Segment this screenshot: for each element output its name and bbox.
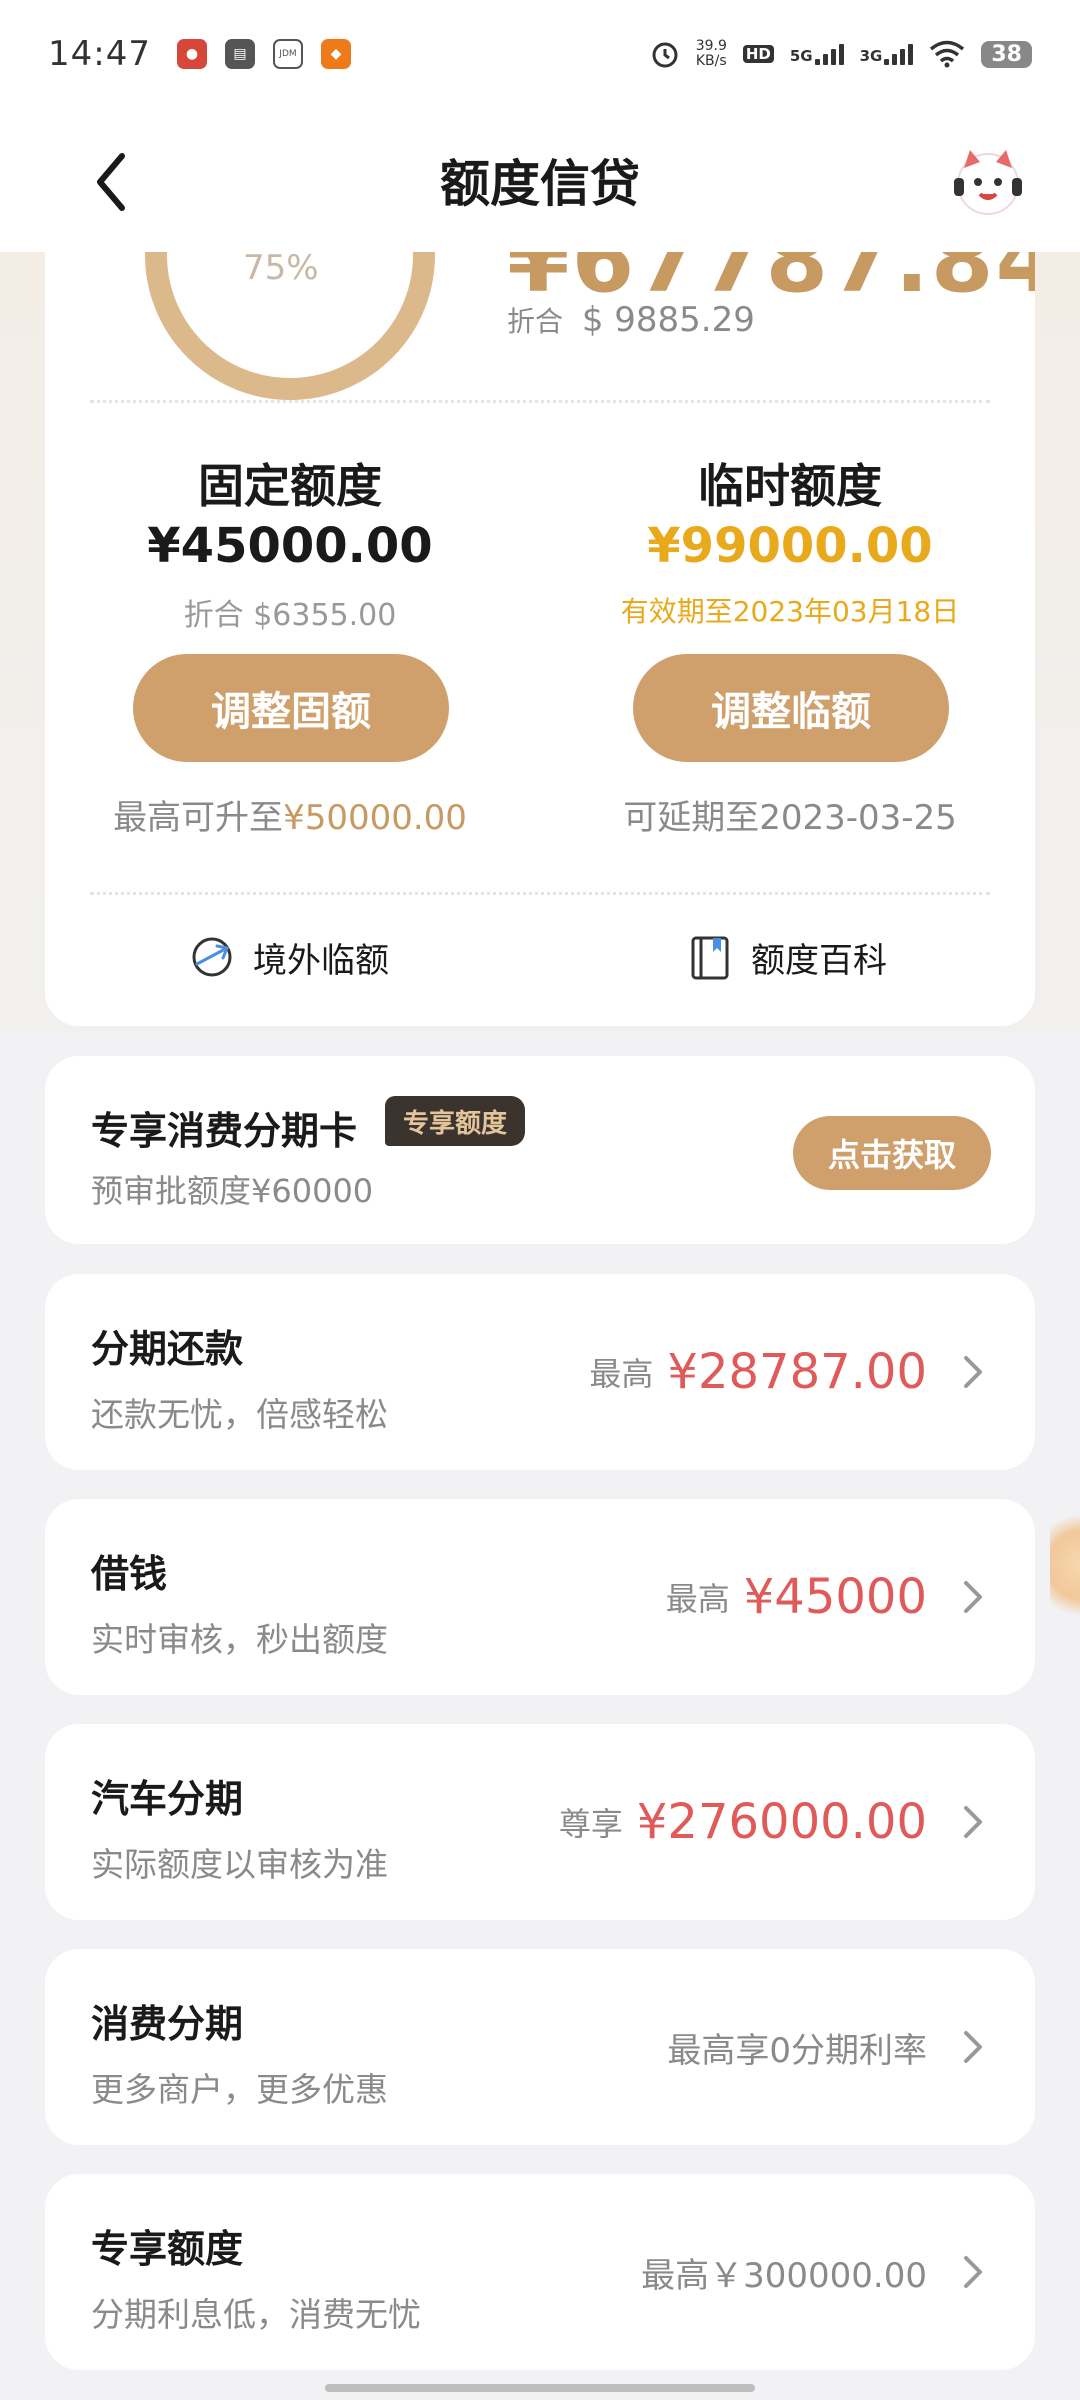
item-prefix: 尊享 xyxy=(558,1805,623,1843)
item-value-group: 最高 ¥45000 xyxy=(666,1499,927,1695)
overseas-temp-limit-label: 境外临额 xyxy=(253,940,389,981)
temp-limit-amount: ¥99000.00 xyxy=(647,518,933,574)
network-speed-value: 39.9 xyxy=(695,38,727,54)
item-prefix: 最高 xyxy=(665,1580,730,1618)
alarm-icon xyxy=(652,42,678,68)
total-convert-value: $ 9885.29 xyxy=(581,300,755,340)
item-value: 最高享0分期利率 xyxy=(667,2030,927,2071)
wallet-notification-icon: ▤ xyxy=(224,39,255,69)
floating-coin-decoration[interactable] xyxy=(1050,1505,1080,1625)
item-title: 消费分期 xyxy=(91,2002,244,2046)
chevron-right-icon xyxy=(964,1581,982,1613)
item-value-group: 最高 ¥28787.00 xyxy=(589,1274,927,1470)
fixed-limit-title: 固定额度 xyxy=(198,459,382,513)
network-speed: 39.9 KB/s xyxy=(696,39,727,69)
fixed-limit-amount: ¥45000.00 xyxy=(147,518,433,574)
status-indicators: 39.9 KB/s HD 5G 3G 38 xyxy=(650,39,1032,69)
item-value: ¥45000 xyxy=(743,1569,927,1625)
item-value: 最高￥300000.00 xyxy=(641,2255,927,2296)
temp-limit-note: 可延期至2023-03-25 xyxy=(623,798,957,838)
item-title: 分期还款 xyxy=(91,1327,244,1371)
item-value: ¥28787.00 xyxy=(667,1344,927,1400)
limit-wiki-label: 额度百科 xyxy=(751,940,887,981)
credit-summary-card: 75% ¥67787.84 折合 $ 9885.29 固定额度 ¥45000.0… xyxy=(45,200,1035,1026)
back-button[interactable] xyxy=(84,142,144,222)
status-bar: 14:47 ● ▤ JDM ◆ 39.9 KB/s HD 5G 3G 38 xyxy=(0,0,1080,108)
jdm-notification-icon: JDM xyxy=(272,39,303,69)
promo-tag: 专享额度 xyxy=(385,1096,526,1146)
plane-globe-icon xyxy=(192,937,232,977)
total-convert: 折合 $ 9885.29 xyxy=(507,300,755,340)
book-icon xyxy=(691,936,729,980)
hd-indicator: HD xyxy=(742,45,774,63)
item-subtitle: 更多商户，更多优惠 xyxy=(91,2070,388,2109)
list-item-installment-repayment[interactable]: 分期还款 还款无忧，倍感轻松 最高 ¥28787.00 xyxy=(45,1274,1035,1470)
item-value: ¥276000.00 xyxy=(636,1794,927,1850)
item-title: 专享额度 xyxy=(91,2227,244,2271)
home-indicator[interactable] xyxy=(325,2384,755,2392)
temp-limit-title: 临时额度 xyxy=(698,459,882,513)
list-item-borrow[interactable]: 借钱 实时审核，秒出额度 最高 ¥45000 xyxy=(45,1499,1035,1695)
item-subtitle: 实时审核，秒出额度 xyxy=(91,1620,388,1659)
item-title: 汽车分期 xyxy=(91,1777,244,1821)
list-item-consumer-installment[interactable]: 消费分期 更多商户，更多优惠 最高享0分期利率 xyxy=(45,1949,1035,2145)
promo-title: 专享消费分期卡 xyxy=(91,1109,358,1153)
promo-subtitle: 预审批额度¥60000 xyxy=(91,1172,374,1210)
sim2-signal-icon: 3G xyxy=(860,43,914,65)
chevron-right-icon xyxy=(964,1356,982,1388)
adjust-temp-limit-button[interactable]: 调整临额 xyxy=(633,654,949,762)
item-value-group: 最高享0分期利率 xyxy=(667,1949,927,2145)
chevron-right-icon xyxy=(964,2031,982,2063)
item-title: 借钱 xyxy=(91,1552,168,1596)
status-app-icons: ● ▤ JDM ◆ xyxy=(176,39,351,69)
limit-wiki-link[interactable]: 额度百科 xyxy=(685,932,887,982)
shop-notification-icon: ◆ xyxy=(320,39,351,69)
app-notification-icon: ● xyxy=(176,39,207,69)
network-speed-unit: KB/s xyxy=(695,53,727,69)
customer-service-icon[interactable] xyxy=(946,138,1030,222)
page-title: 额度信贷 xyxy=(440,155,640,213)
overseas-temp-limit-link[interactable]: 境外临额 xyxy=(187,932,389,982)
sim1-signal-icon: 5G xyxy=(790,43,844,65)
item-value-group: 最高￥300000.00 xyxy=(641,2174,927,2370)
chevron-right-icon xyxy=(964,2256,982,2288)
fixed-limit-convert: 折合 $6355.00 xyxy=(183,598,397,633)
divider xyxy=(90,400,990,403)
battery-indicator: 38 xyxy=(981,40,1032,68)
temp-limit-validity: 有效期至2023年03月18日 xyxy=(620,595,960,628)
nav-bar: 额度信贷 xyxy=(0,108,1080,252)
wifi-icon xyxy=(930,40,965,68)
list-item-car-installment[interactable]: 汽车分期 实际额度以审核为准 尊享 ¥276000.00 xyxy=(45,1724,1035,1920)
installment-card-promo: 专享消费分期卡 专享额度 预审批额度¥60000 点击获取 xyxy=(45,1056,1035,1244)
status-time: 14:47 xyxy=(48,34,151,74)
item-prefix: 最高 xyxy=(589,1355,654,1393)
chevron-right-icon xyxy=(964,1806,982,1838)
divider xyxy=(90,892,990,895)
item-subtitle: 分期利息低，消费无忧 xyxy=(91,2295,421,2334)
fixed-limit-note: 最高可升至¥50000.00 xyxy=(113,798,467,838)
item-value-group: 尊享 ¥276000.00 xyxy=(559,1724,927,1920)
ring-percent: 75% xyxy=(243,248,319,288)
item-subtitle: 还款无忧，倍感轻松 xyxy=(91,1395,388,1434)
total-convert-label: 折合 xyxy=(507,305,564,338)
adjust-fixed-limit-button[interactable]: 调整固额 xyxy=(133,654,449,762)
get-now-button[interactable]: 点击获取 xyxy=(793,1116,991,1190)
list-item-exclusive-limit[interactable]: 专享额度 分期利息低，消费无忧 最高￥300000.00 xyxy=(45,2174,1035,2370)
item-subtitle: 实际额度以审核为准 xyxy=(91,1845,388,1884)
